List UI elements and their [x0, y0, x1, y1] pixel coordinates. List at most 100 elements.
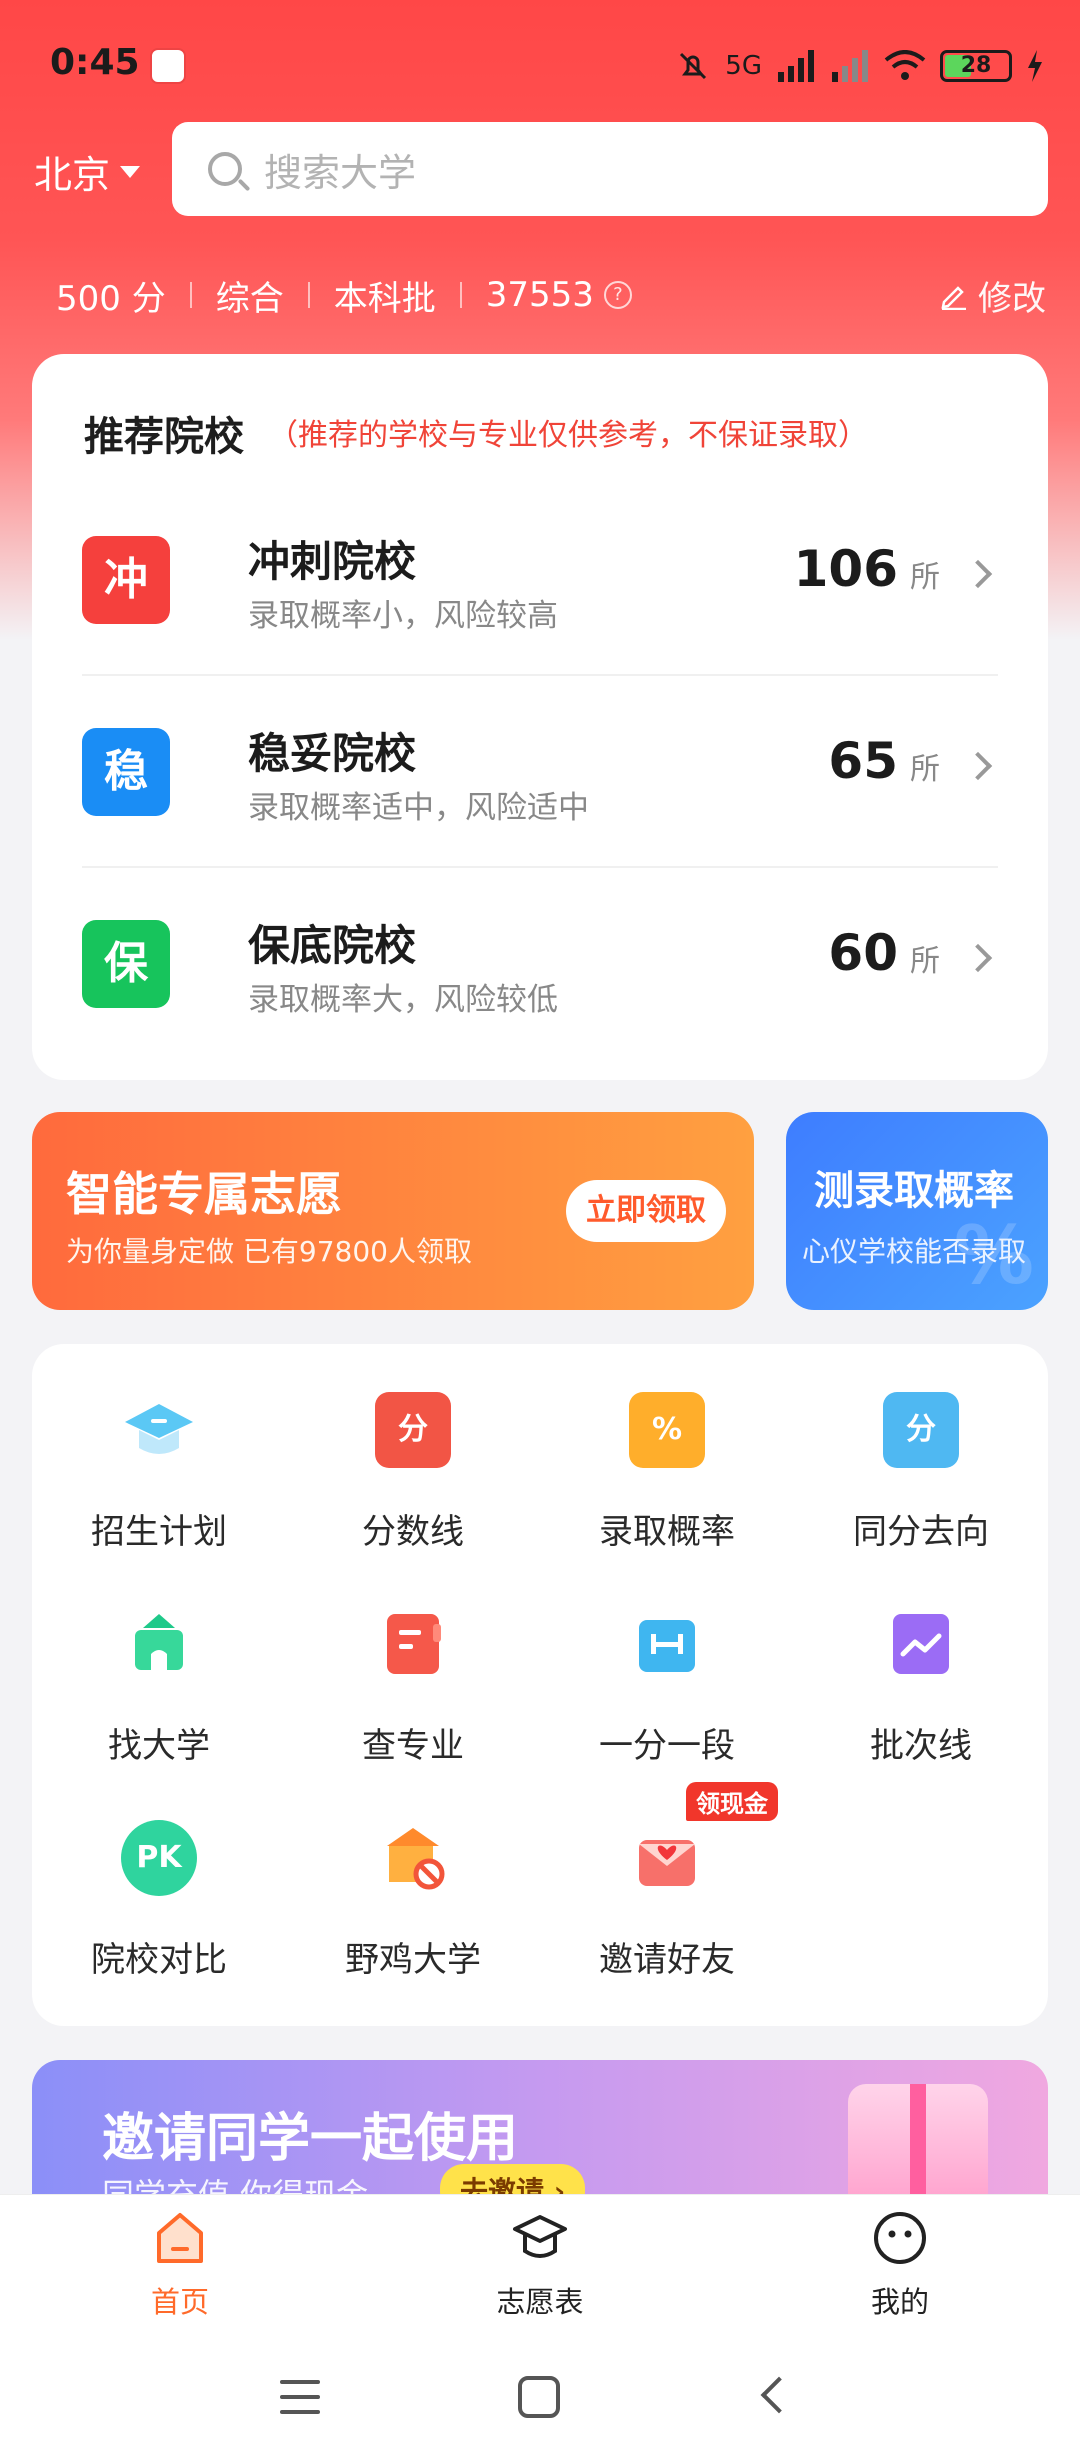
tools-grid: 招生计划 分 分数线 % 录取概率 分 同分去向 找大学 查专业 一分一段 批次… — [32, 1344, 1048, 2026]
battery-icon: 28 — [940, 50, 1012, 82]
score-value: 500 分 — [56, 278, 166, 319]
claim-now-button[interactable]: 立即领取 — [566, 1180, 726, 1242]
admission-probability-banner[interactable]: % 测录取概率 心仪学校能否录取 — [786, 1112, 1048, 1310]
tool-label: 邀请好友 — [599, 1940, 735, 1980]
tool-find-university[interactable]: 找大学 — [32, 1558, 286, 1772]
tool-label: 一分一段 — [599, 1726, 735, 1766]
gift-box-icon — [848, 2084, 988, 2200]
signal-icon — [778, 50, 814, 82]
score-summary[interactable]: 500 分 综合 本科批 37553 ? 修改 — [56, 270, 1046, 320]
tool-admission-probability[interactable]: % 录取概率 — [540, 1344, 794, 1558]
major-book-icon — [387, 1614, 441, 1674]
tool-label: 批次线 — [870, 1726, 972, 1766]
pk-heart-icon: PK — [121, 1820, 197, 1896]
tool-label: 同分去向 — [853, 1512, 989, 1552]
fake-school-icon — [387, 1828, 445, 1890]
status-time: 0:45 — [50, 42, 140, 83]
graduation-cap-icon — [513, 2215, 567, 2258]
school-building-icon — [135, 1614, 183, 1670]
tool-compare-schools[interactable]: PK 院校对比 — [32, 1772, 286, 1986]
nav-home[interactable]: 首页 — [80, 2209, 280, 2321]
row-name: 冲刺院校 — [248, 537, 417, 586]
invite-title: 邀请同学一起使用 — [102, 2109, 519, 2169]
row-unit: 所 — [910, 944, 940, 979]
tool-label: 院校对比 — [91, 1940, 227, 1980]
city-selector[interactable]: 北京 — [34, 144, 141, 199]
signal-secondary-icon — [832, 50, 868, 82]
trend-chart-icon — [893, 1614, 949, 1674]
battery-level: 28 — [960, 53, 992, 78]
reach-schools-row[interactable]: 冲 冲刺院校 录取概率小，风险较高 106 所 — [82, 484, 998, 674]
tool-search-major[interactable]: 查专业 — [286, 1558, 540, 1772]
row-unit: 所 — [910, 560, 940, 595]
tool-label: 录取概率 — [599, 1512, 735, 1552]
percent-basket-icon: % — [629, 1392, 705, 1468]
nav-volunteer-list[interactable]: 志愿表 — [440, 2209, 640, 2321]
divider — [189, 282, 192, 308]
row-count: 60 — [828, 924, 898, 982]
home-icon — [157, 2213, 203, 2263]
cash-reward-tag: 领现金 — [686, 1782, 778, 1821]
header: 北京 搜索大学 — [0, 122, 1080, 218]
chevron-right-icon — [963, 943, 993, 973]
tool-label: 分数线 — [362, 1512, 464, 1552]
mute-bell-icon — [680, 52, 707, 80]
invite-classmates-banner[interactable]: 邀请同学一起使用 同学充值 你得现金 去邀请 › — [32, 2060, 1048, 2200]
nav-profile[interactable]: 我的 — [800, 2209, 1000, 2321]
divider — [307, 282, 310, 308]
promo-subtitle: 为你量身定做 已有97800人领取 — [66, 1235, 472, 1268]
safety-schools-row[interactable]: 保 保底院校 录取概率大，风险较低 60 所 — [82, 866, 998, 1058]
smart-volunteer-banner[interactable]: 智能专属志愿 为你量身定做 已有97800人领取 立即领取 — [32, 1112, 754, 1310]
recent-apps-icon[interactable] — [280, 2380, 320, 2416]
notification-app-icon — [150, 48, 186, 84]
score-card-icon: 分 — [375, 1392, 451, 1468]
tool-enrollment-plan[interactable]: 招生计划 — [32, 1344, 286, 1558]
promo-subtitle: 心仪学校能否录取 — [802, 1235, 1027, 1268]
recommend-title: 推荐院校 — [84, 414, 244, 460]
nav-label: 我的 — [870, 2285, 929, 2319]
search-input[interactable]: 搜索大学 — [172, 122, 1048, 216]
score-bag-icon: 分 — [883, 1392, 959, 1468]
rank-value: 37553 — [485, 275, 594, 315]
tool-same-score[interactable]: 分 同分去向 — [794, 1344, 1048, 1558]
promo-title: 测录取概率 — [814, 1168, 1014, 1214]
edit-label: 修改 — [978, 278, 1046, 319]
ruler-bag-icon — [639, 1620, 695, 1672]
edit-button[interactable]: 修改 — [938, 271, 1046, 320]
status-indicators: 5G 28 — [675, 46, 1044, 86]
network-type-label: 5G — [725, 51, 762, 81]
bottom-navigation: 首页 志愿表 我的 — [0, 2194, 1080, 2344]
divider — [459, 282, 462, 308]
tool-score-distribution[interactable]: 一分一段 — [540, 1558, 794, 1772]
tool-fake-universities[interactable]: 野鸡大学 — [286, 1772, 540, 1986]
match-badge: 稳 — [82, 728, 170, 816]
tool-label: 查专业 — [362, 1726, 464, 1766]
row-description: 录取概率小，风险较高 — [248, 598, 558, 634]
tool-label: 找大学 — [108, 1726, 210, 1766]
recommend-note: （推荐的学校与专业仅供参考，不保证录取） — [268, 418, 868, 453]
search-placeholder: 搜索大学 — [264, 150, 417, 195]
row-count: 65 — [828, 732, 898, 790]
invite-envelope-icon — [639, 1840, 695, 1886]
nav-label: 首页 — [150, 2285, 209, 2319]
reach-badge: 冲 — [82, 536, 170, 624]
tool-score-line[interactable]: 分 分数线 — [286, 1344, 540, 1558]
row-description: 录取概率大，风险较低 — [248, 982, 558, 1018]
status-bar: 0:45 5G 28 — [0, 0, 1080, 130]
chevron-right-icon — [963, 559, 993, 589]
row-unit: 所 — [910, 752, 940, 787]
recommend-card: 推荐院校 （推荐的学校与专业仅供参考，不保证录取） 冲 冲刺院校 录取概率小，风… — [32, 354, 1048, 1080]
row-name: 保底院校 — [248, 921, 417, 970]
safety-badge: 保 — [82, 920, 170, 1008]
promo-title: 智能专属志愿 — [66, 1167, 342, 1221]
tool-batch-line[interactable]: 批次线 — [794, 1558, 1048, 1772]
home-button-icon[interactable] — [518, 2376, 560, 2418]
match-schools-row[interactable]: 稳 稳妥院校 录取概率适中，风险适中 65 所 — [82, 674, 998, 866]
tool-invite-friends[interactable]: 领现金 邀请好友 — [540, 1772, 794, 1986]
row-name: 稳妥院校 — [248, 729, 417, 778]
chevron-right-icon — [963, 751, 993, 781]
graduation-cap-icon — [125, 1404, 193, 1454]
back-icon[interactable] — [760, 2376, 798, 2414]
question-icon[interactable]: ? — [603, 281, 632, 309]
row-count: 106 — [793, 540, 898, 598]
